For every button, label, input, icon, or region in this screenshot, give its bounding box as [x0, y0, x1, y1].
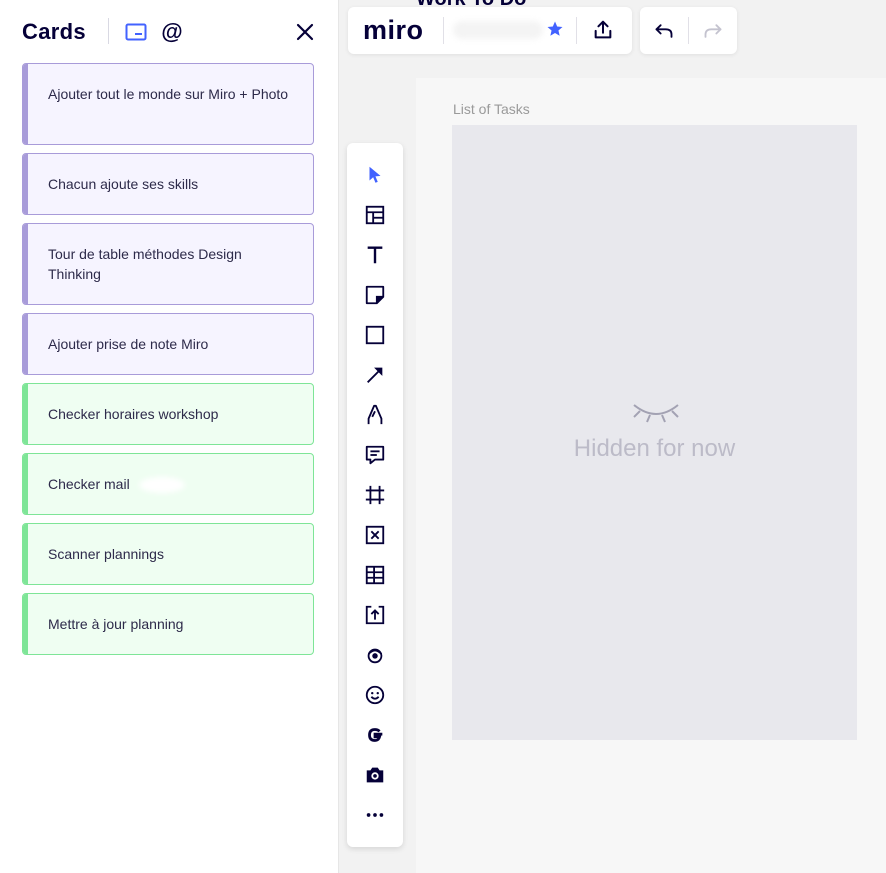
card-item[interactable]: Chacun ajoute ses skills [22, 153, 314, 215]
divider [108, 18, 109, 44]
card-text: Ajouter prise de note Miro [48, 336, 209, 352]
mention-icon[interactable]: @ [160, 20, 184, 44]
card-item[interactable]: Ajouter prise de note Miro [22, 313, 314, 375]
google-icon[interactable] [363, 723, 387, 747]
card-item[interactable]: Checker mail [22, 453, 314, 515]
templates-icon[interactable] [363, 203, 387, 227]
eye-closed-icon [633, 404, 679, 423]
creation-toolbar [347, 143, 403, 847]
card-text: Tour de table méthodes Design Thinking [48, 246, 242, 282]
cards-panel: Cards @ Ajouter tout le monde sur Miro +… [0, 0, 339, 873]
comment-icon[interactable] [363, 443, 387, 467]
camera-icon[interactable] [363, 763, 387, 787]
divider [576, 17, 577, 44]
card-item[interactable]: Mettre à jour planning [22, 593, 314, 655]
share-icon[interactable] [592, 19, 614, 41]
panel-header: Cards @ [22, 14, 318, 50]
undo-redo-bar [640, 7, 737, 54]
card-item[interactable]: Ajouter tout le monde sur Miro + Photo [22, 63, 314, 145]
card-text: Ajouter tout le monde sur Miro + Photo [48, 86, 289, 102]
divider [688, 17, 689, 44]
card-text: Scanner plannings [48, 546, 164, 562]
upload-icon[interactable] [363, 603, 387, 627]
shape-icon[interactable] [363, 323, 387, 347]
divider [443, 17, 444, 44]
close-icon[interactable] [293, 20, 317, 44]
sticky-note-icon[interactable] [363, 283, 387, 307]
undo-icon[interactable] [654, 21, 674, 41]
top-bar: miro [348, 7, 632, 54]
select-icon[interactable] [363, 163, 387, 187]
star-icon[interactable] [546, 20, 564, 38]
card-view-icon[interactable] [124, 20, 148, 44]
emoji-icon[interactable] [363, 683, 387, 707]
text-icon[interactable] [363, 243, 387, 267]
card-item[interactable]: Scanner plannings [22, 523, 314, 585]
hidden-notice: Hidden for now [573, 435, 736, 462]
frame-body[interactable]: Hidden for now [452, 125, 857, 740]
miro-logo[interactable]: miro [363, 15, 424, 46]
connection-line-icon[interactable] [363, 363, 387, 387]
pen-icon[interactable] [363, 403, 387, 427]
more-icon[interactable] [363, 803, 387, 827]
board-name-redacted[interactable] [453, 21, 543, 39]
card-text: Checker horaires workshop [48, 406, 219, 422]
redo-icon[interactable] [703, 21, 723, 41]
card-icon[interactable] [363, 523, 387, 547]
frame-label[interactable]: List of Tasks [453, 101, 530, 117]
panel-title: Cards [22, 19, 86, 44]
card-text: Mettre à jour planning [48, 616, 184, 632]
table-icon[interactable] [363, 563, 387, 587]
card-list: Ajouter tout le monde sur Miro + Photo C… [22, 63, 314, 663]
card-text: Chacun ajoute ses skills [48, 176, 199, 192]
card-item[interactable]: Tour de table méthodes Design Thinking [22, 223, 314, 305]
frame-icon[interactable] [363, 483, 387, 507]
redacted-text [139, 477, 185, 493]
miroverse-icon[interactable] [363, 643, 387, 667]
card-item[interactable]: Checker horaires workshop [22, 383, 314, 445]
